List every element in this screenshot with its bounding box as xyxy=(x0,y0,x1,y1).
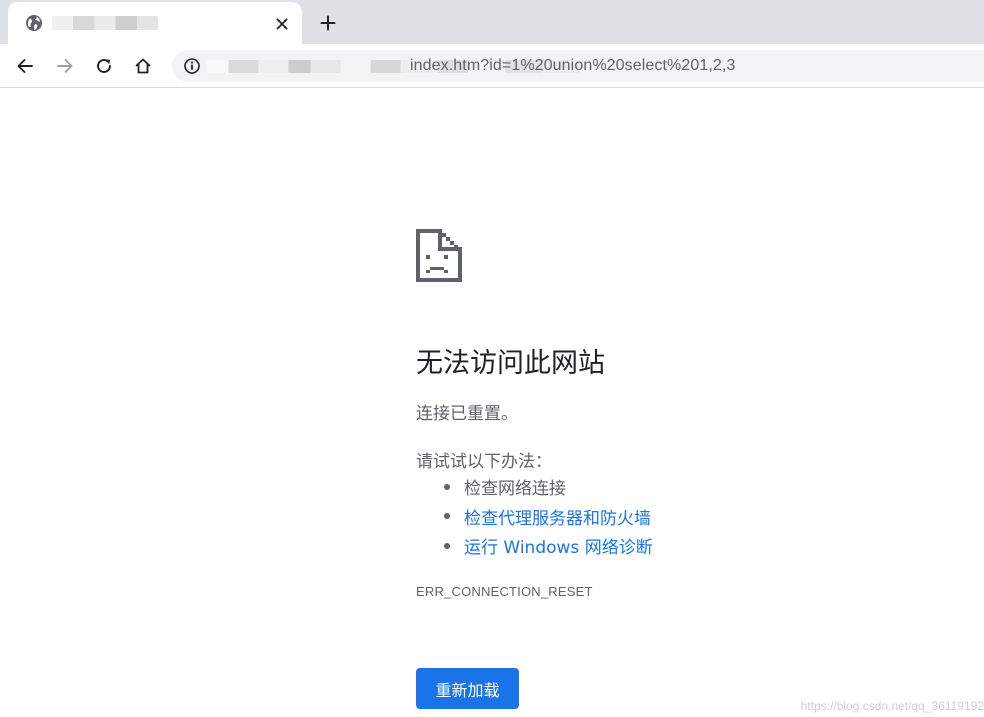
bullet-dot xyxy=(444,513,450,520)
globe-icon xyxy=(24,13,44,33)
bullet-dot xyxy=(444,542,450,549)
arrow-left-icon[interactable] xyxy=(12,53,38,79)
address-bar[interactable]: index.htm?id=1%20union%20select%201,2,3 xyxy=(172,50,984,82)
error-page: 无法访问此网站 连接已重置。 请试试以下办法： 检查网络连接 检查代理服务器和防… xyxy=(0,89,984,717)
reload-button[interactable]: 重新加载 xyxy=(416,668,519,709)
tab-strip xyxy=(0,0,984,44)
home-icon[interactable] xyxy=(130,53,156,79)
watermark-text: https://blog.csdn.net/qq_36119192 xyxy=(800,699,984,713)
reload-icon[interactable] xyxy=(91,53,117,79)
suggestion-link[interactable]: 运行 Windows 网络诊断 xyxy=(464,533,653,558)
suggestion-check-network: 检查网络连接 xyxy=(444,472,653,502)
bullet-dot xyxy=(444,483,450,490)
browser-tab[interactable] xyxy=(8,2,302,44)
suggestion-link[interactable]: 检查代理服务器和防火墙 xyxy=(464,504,651,529)
error-subtitle: 连接已重置。 xyxy=(416,404,518,424)
tab-title-blurred xyxy=(52,16,158,30)
suggestion-check-proxy-firewall[interactable]: 检查代理服务器和防火墙 xyxy=(444,502,653,532)
info-icon[interactable] xyxy=(183,57,201,75)
url-text: index.htm?id=1%20union%20select%201,2,3 xyxy=(410,57,736,74)
close-icon[interactable] xyxy=(270,12,294,36)
browser-toolbar: index.htm?id=1%20union%20select%201,2,3 xyxy=(0,44,984,88)
error-code: ERR_CONNECTION_RESET xyxy=(416,584,593,599)
plus-icon[interactable] xyxy=(314,9,342,37)
suggestions-heading: 请试试以下办法： xyxy=(416,452,552,472)
sad-document-icon xyxy=(416,229,462,282)
suggestion-run-diagnostics[interactable]: 运行 Windows 网络诊断 xyxy=(444,531,653,561)
suggestion-list: 检查网络连接 检查代理服务器和防火墙 运行 Windows 网络诊断 xyxy=(444,472,653,561)
arrow-right-icon[interactable] xyxy=(52,53,78,79)
page-title: 无法访问此网站 xyxy=(416,348,605,379)
suggestion-text: 检查网络连接 xyxy=(464,479,566,500)
